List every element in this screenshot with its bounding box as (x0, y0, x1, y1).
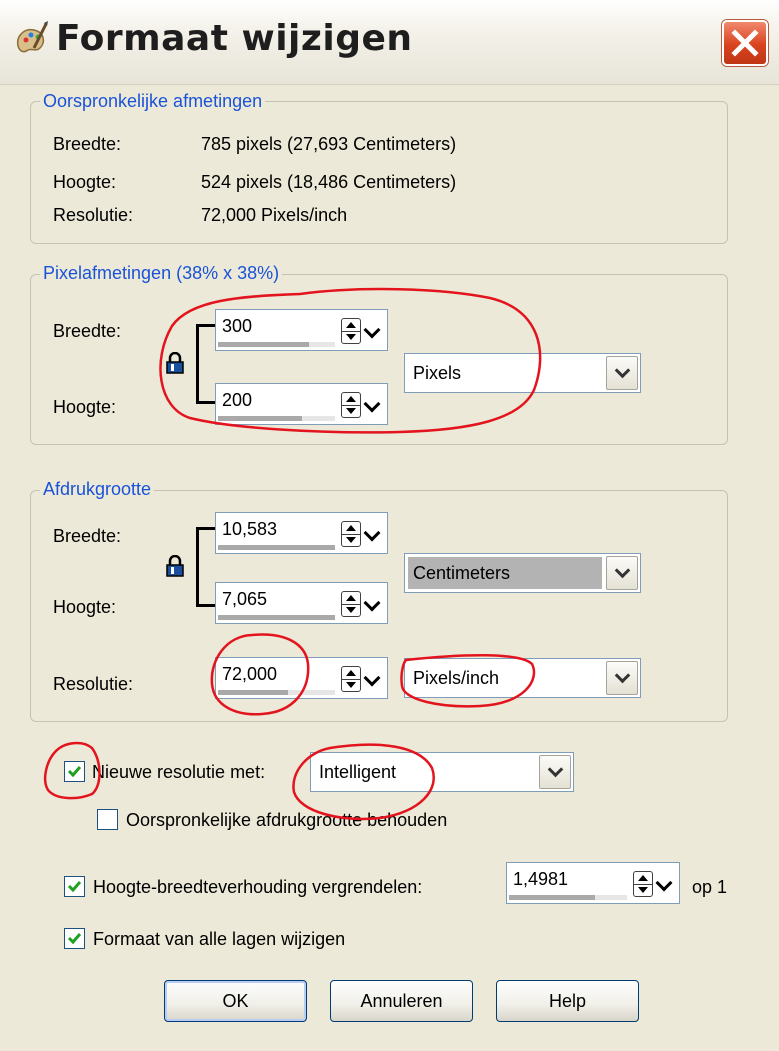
pixel-height-updown-icon[interactable] (341, 392, 361, 418)
checkmark-icon (67, 881, 82, 893)
print-size-legend: Afdrukgrootte (40, 478, 155, 500)
print-link-bracket (196, 527, 216, 607)
print-resolution-unit-value: Pixels/inch (413, 668, 500, 688)
pixel-width-value[interactable]: 300 (222, 315, 252, 337)
ok-button[interactable]: OK (164, 980, 307, 1022)
print-width-value[interactable]: 10,583 (222, 518, 277, 540)
aspect-ratio-value[interactable]: 1,4981 (513, 868, 568, 890)
print-height-slider[interactable] (218, 615, 335, 620)
print-width-dropdown-icon[interactable] (363, 521, 383, 547)
help-button[interactable]: Help (496, 980, 639, 1022)
pixel-unit-value: Pixels (413, 363, 462, 383)
original-height-label: Hoogte: (53, 172, 117, 192)
pixel-width-updown-icon[interactable] (341, 318, 361, 344)
pixel-height-dropdown-icon[interactable] (363, 392, 383, 418)
keep-print-size-label[interactable]: Oorspronkelijke afdrukgrootte behouden (126, 809, 447, 831)
aspect-ratio-updown-icon[interactable] (633, 871, 653, 897)
print-height-spinner[interactable]: 7,065 (215, 582, 388, 624)
aspect-ratio-spinner[interactable]: 1,4981 (506, 862, 680, 904)
aspect-ratio-dropdown-icon[interactable] (655, 871, 675, 897)
all-layers-label[interactable]: Formaat van alle lagen wijzigen (93, 928, 345, 950)
resample-method-value: Intelligent (319, 762, 397, 782)
cancel-button[interactable]: Annuleren (330, 980, 473, 1022)
print-resolution-unit-select[interactable]: Pixels/inch (404, 658, 641, 698)
keep-print-size-checkbox[interactable] (97, 809, 118, 830)
resample-method-select[interactable]: Intelligent (310, 752, 574, 792)
print-height-label: Hoogte: (53, 597, 117, 617)
original-height-value: 524 pixels (18,486 Centimeters) (201, 172, 457, 192)
pixel-height-spinner[interactable]: 200 (215, 383, 388, 425)
checkmark-icon (67, 766, 82, 778)
print-resolution-label: Resolutie: (53, 674, 134, 694)
original-width-label: Breedte: (53, 134, 122, 154)
print-width-slider[interactable] (218, 545, 335, 550)
pixel-height-slider[interactable] (218, 416, 335, 421)
print-resolution-value[interactable]: 72,000 (222, 663, 277, 685)
dialog-title: Formaat wijzigen (56, 18, 413, 59)
original-dimensions-legend: Oorspronkelijke afmetingen (40, 90, 266, 112)
pixel-width-label: Breedte: (53, 321, 122, 341)
lock-icon[interactable] (166, 352, 184, 374)
print-height-dropdown-icon[interactable] (363, 591, 383, 617)
print-width-spinner[interactable]: 10,583 (215, 512, 388, 554)
lock-icon[interactable] (166, 555, 184, 577)
print-width-label: Breedte: (53, 526, 122, 546)
aspect-ratio-suffix: op 1 (692, 877, 728, 897)
chevron-down-icon[interactable] (606, 356, 638, 390)
checkmark-icon (67, 933, 82, 945)
aspect-ratio-slider[interactable] (509, 895, 627, 900)
print-resolution-spinner[interactable]: 72,000 (215, 657, 388, 699)
aspect-lock-checkbox[interactable] (64, 876, 85, 897)
original-resolution-value: 72,000 Pixels/inch (201, 205, 348, 225)
close-button[interactable] (722, 20, 768, 66)
print-unit-value: Centimeters (413, 563, 511, 583)
pixel-link-bracket (196, 324, 216, 404)
pixel-width-slider[interactable] (218, 342, 335, 347)
resample-checkbox[interactable] (64, 761, 85, 782)
chevron-down-icon[interactable] (539, 755, 571, 789)
pixel-width-dropdown-icon[interactable] (363, 318, 383, 344)
title-bar[interactable]: Formaat wijzigen (0, 0, 779, 85)
pixel-dimensions-legend: Pixelafmetingen (38% x 38%) (40, 262, 283, 284)
print-height-updown-icon[interactable] (341, 591, 361, 617)
print-height-value[interactable]: 7,065 (222, 588, 267, 610)
aspect-lock-label[interactable]: Hoogte-breedteverhouding vergrendelen: (93, 876, 422, 898)
resize-dialog: Formaat wijzigen Oorspronkelijke afmetin… (0, 0, 779, 1051)
all-layers-checkbox[interactable] (64, 928, 85, 949)
print-resolution-slider[interactable] (218, 690, 335, 695)
print-resolution-dropdown-icon[interactable] (363, 666, 383, 692)
close-icon (731, 29, 759, 57)
pixel-unit-select[interactable]: Pixels (404, 353, 641, 393)
resample-label[interactable]: Nieuwe resolutie met: (92, 761, 265, 783)
original-width-value: 785 pixels (27,693 Centimeters) (201, 134, 457, 154)
palette-brush-icon (16, 21, 48, 53)
pixel-width-spinner[interactable]: 300 (215, 309, 388, 351)
chevron-down-icon[interactable] (606, 661, 638, 695)
print-width-updown-icon[interactable] (341, 521, 361, 547)
chevron-down-icon[interactable] (606, 556, 638, 590)
original-resolution-label: Resolutie: (53, 205, 134, 225)
print-resolution-updown-icon[interactable] (341, 666, 361, 692)
print-unit-select[interactable]: Centimeters (404, 553, 641, 593)
pixel-height-label: Hoogte: (53, 397, 117, 417)
pixel-height-value[interactable]: 200 (222, 389, 252, 411)
